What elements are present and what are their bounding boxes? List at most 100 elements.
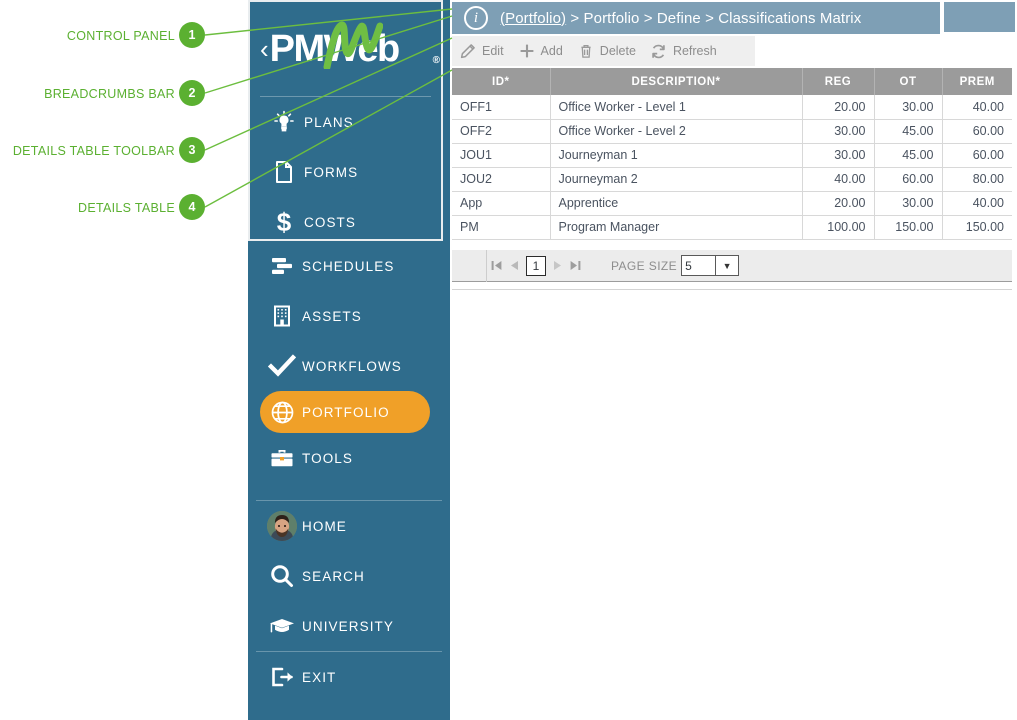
sidebar-item-assets[interactable]: ASSETS: [248, 291, 450, 341]
refresh-button-label: Refresh: [672, 44, 717, 58]
avatar-photo-icon: [267, 511, 297, 541]
breadcrumb-item-classifications-matrix: Classifications Matrix: [718, 9, 862, 27]
exit-icon: [262, 665, 302, 689]
sidebar-item-label: SEARCH: [302, 568, 365, 584]
building-icon: [262, 304, 302, 328]
sidebar-item-exit[interactable]: EXIT: [248, 652, 450, 702]
add-button[interactable]: Add: [511, 36, 570, 66]
sidebar-item-home[interactable]: HOME: [248, 501, 450, 551]
pagination-bar: 1 PAGE SIZE 5 ▼: [452, 249, 1012, 282]
cell-reg: 20.00: [802, 95, 875, 120]
cell-ot: 30.00: [874, 191, 943, 216]
cell-description: Journeyman 1: [550, 143, 803, 168]
logo-wordmark: PMWeb ®: [269, 21, 440, 70]
breadcrumb-link-portfolio-root[interactable]: (Portfolio): [500, 10, 566, 27]
breadcrumb-item-define[interactable]: Define: [657, 10, 701, 27]
table-row[interactable]: JOU2 Journeyman 2 40.00 60.00 80.00: [452, 167, 1012, 192]
table-row[interactable]: OFF1 Office Worker - Level 1 20.00 30.00…: [452, 95, 1012, 120]
globe-icon: [262, 399, 302, 426]
sidebar-item-forms[interactable]: FORMS: [250, 147, 441, 197]
annotation-badge-3: 3: [179, 137, 205, 163]
cell-description: Office Worker - Level 1: [550, 95, 803, 120]
avatar-icon: [262, 511, 302, 541]
cell-id: App: [452, 191, 551, 216]
delete-button[interactable]: Delete: [570, 36, 643, 66]
cell-id: PM: [452, 215, 551, 240]
graduation-cap-icon: [262, 615, 302, 637]
sidebar-item-plans[interactable]: PLANS: [250, 97, 441, 147]
column-header-id[interactable]: ID*: [452, 68, 551, 95]
cell-id: JOU1: [452, 143, 551, 168]
table-row[interactable]: PM Program Manager 100.00 150.00 150.00: [452, 215, 1012, 240]
page-size-input[interactable]: 5: [681, 255, 717, 276]
sidebar-primary-group: ‹ PMWeb ® PLANS FORMS $ COSTS: [248, 0, 443, 241]
pagination-spacer: [452, 249, 487, 282]
breadcrumb-separator: >: [700, 9, 719, 27]
sidebar-item-label: COSTS: [304, 214, 357, 230]
toolbox-icon: [262, 447, 302, 469]
delete-button-label: Delete: [599, 44, 636, 58]
annotation-label-2: BREADCRUMBS BAR: [44, 87, 175, 101]
column-header-reg[interactable]: REG: [802, 68, 875, 95]
sidebar-utility-group: HOME SEARCH UNIVERSITY EXIT: [248, 500, 450, 702]
screenshot-root: ‹ PMWeb ® PLANS FORMS $ COSTS SCHEDULES …: [0, 0, 1017, 720]
cell-ot: 45.00: [874, 143, 943, 168]
cell-prem: 60.00: [942, 119, 1012, 144]
pencil-icon: [458, 42, 478, 60]
column-header-description[interactable]: DESCRIPTION*: [550, 68, 803, 95]
next-page-button[interactable]: [552, 259, 563, 272]
edit-button[interactable]: Edit: [452, 36, 511, 66]
table-row[interactable]: App Apprentice 20.00 30.00 40.00: [452, 191, 1012, 216]
annotation-label-4: DETAILS TABLE: [78, 201, 175, 215]
registered-mark-icon: ®: [432, 55, 440, 66]
first-page-button[interactable]: [490, 259, 503, 272]
breadcrumb-item-portfolio[interactable]: Portfolio: [584, 10, 640, 27]
sidebar-item-workflows[interactable]: WORKFLOWS: [248, 341, 450, 391]
sidebar-item-label: HOME: [302, 518, 347, 534]
cell-id: OFF2: [452, 119, 551, 144]
annotation-badge-1: 1: [179, 22, 205, 48]
cell-description: Apprentice: [550, 191, 803, 216]
sidebar-item-costs[interactable]: $ COSTS: [250, 197, 441, 247]
cell-ot: 150.00: [874, 215, 943, 240]
cell-ot: 60.00: [874, 167, 943, 192]
current-page-input[interactable]: 1: [526, 255, 546, 276]
column-header-prem[interactable]: PREM: [942, 68, 1012, 95]
sidebar-item-university[interactable]: UNIVERSITY: [248, 601, 450, 651]
sidebar-item-portfolio[interactable]: PORTFOLIO: [260, 391, 430, 433]
page-size-label: PAGE SIZE: [611, 258, 678, 273]
column-header-ot[interactable]: OT: [874, 68, 943, 95]
search-icon: [262, 563, 302, 589]
table-row[interactable]: JOU1 Journeyman 1 30.00 45.00 60.00: [452, 143, 1012, 168]
breadcrumb-bar-right-panel[interactable]: [944, 2, 1015, 32]
cell-ot: 30.00: [874, 95, 943, 120]
cell-description: Program Manager: [550, 215, 803, 240]
lightbulb-icon: [264, 110, 304, 134]
sidebar-item-search[interactable]: SEARCH: [248, 551, 450, 601]
table-row[interactable]: OFF2 Office Worker - Level 2 30.00 45.00…: [452, 119, 1012, 144]
refresh-button[interactable]: Refresh: [643, 36, 724, 66]
previous-page-button[interactable]: [509, 259, 520, 272]
sidebar-item-schedules[interactable]: SCHEDULES: [248, 241, 450, 291]
avatar: [267, 511, 297, 541]
sidebar-item-label: ASSETS: [302, 308, 362, 324]
sidebar-collapse-icon[interactable]: ‹: [260, 36, 269, 62]
info-icon[interactable]: i: [464, 6, 488, 30]
pmweb-logo[interactable]: ‹ PMWeb ®: [250, 2, 441, 96]
last-page-button[interactable]: [569, 259, 582, 272]
breadcrumb-separator: >: [639, 9, 657, 27]
logo-text-pm: PM: [269, 28, 326, 70]
chevron-down-icon[interactable]: ▼: [716, 255, 740, 276]
breadcrumb: (Portfolio) > Portfolio > Define > Class…: [500, 10, 861, 27]
annotation-badge-2: 2: [179, 80, 205, 106]
cell-id: JOU2: [452, 167, 551, 192]
edit-button-label: Edit: [482, 44, 504, 58]
annotation-label-3: DETAILS TABLE TOOLBAR: [12, 144, 175, 158]
breadcrumb-separator: >: [566, 9, 584, 27]
cell-description: Office Worker - Level 2: [550, 119, 803, 144]
sidebar-item-label: WORKFLOWS: [302, 358, 402, 374]
cell-prem: 150.00: [942, 215, 1012, 240]
cell-description: Journeyman 2: [550, 167, 803, 192]
sidebar-item-tools[interactable]: TOOLS: [248, 433, 450, 483]
cell-reg: 20.00: [802, 191, 875, 216]
